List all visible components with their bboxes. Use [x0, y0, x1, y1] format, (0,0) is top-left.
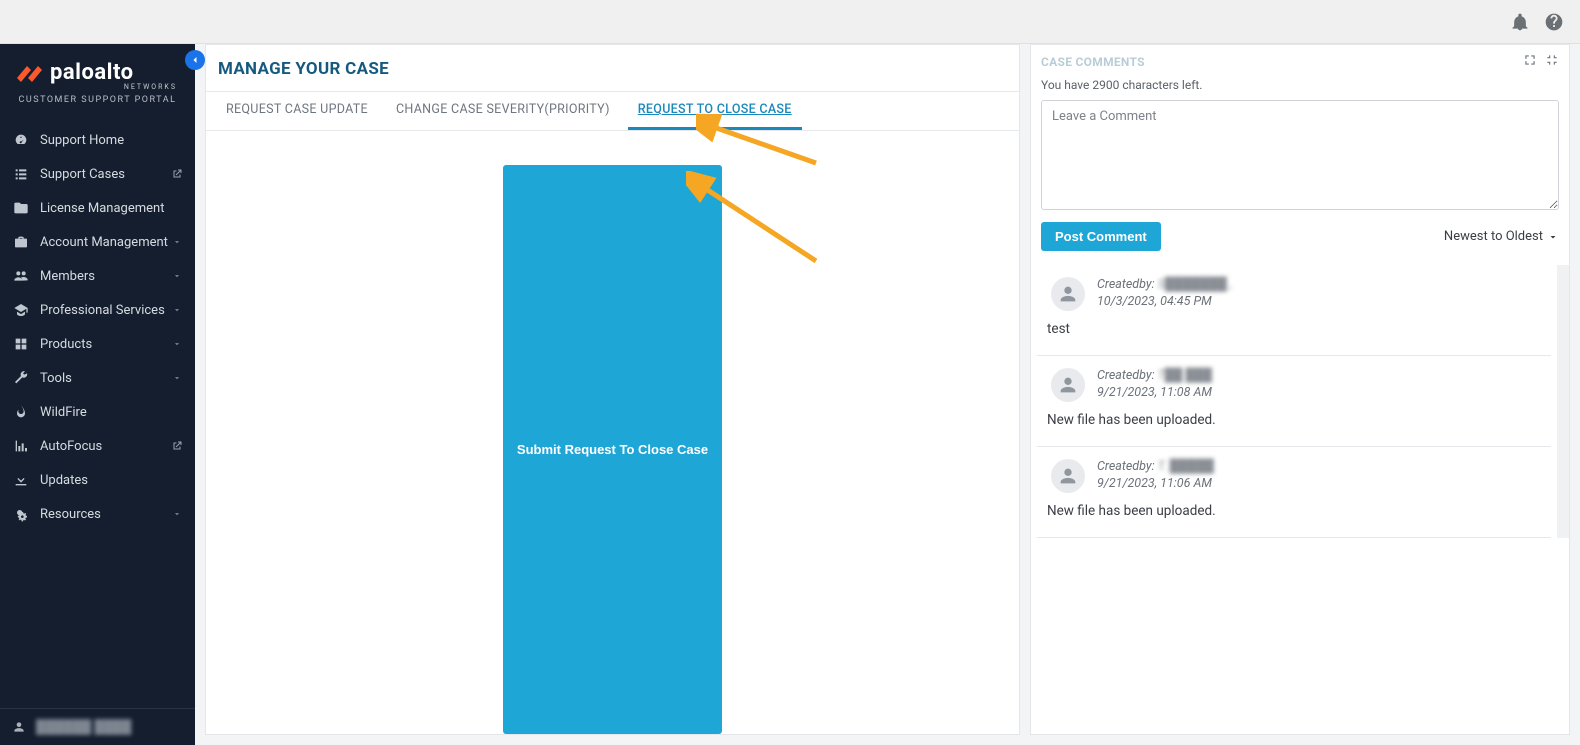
comment-body: New file has been uploaded.	[1045, 503, 1543, 519]
comment-item: Createdby: S███████ , 10/3/2023, 04:45 P…	[1037, 265, 1551, 356]
tab-change-case-severity[interactable]: CHANGE CASE SEVERITY(PRIORITY)	[386, 92, 620, 130]
chevron-down-icon	[171, 270, 183, 282]
sidebar-item-professional-services[interactable]: Professional Services	[0, 293, 195, 327]
external-link-icon	[171, 440, 183, 452]
sidebar-item-resources[interactable]: Resources	[0, 497, 195, 531]
post-comment-button[interactable]: Post Comment	[1041, 222, 1161, 251]
comment-item: Createdby: T██ ███ 9/21/2023, 11:08 AM N…	[1037, 356, 1551, 447]
chevron-down-icon	[171, 508, 183, 520]
card-title: MANAGE YOUR CASE	[206, 45, 1019, 92]
submit-request-to-close-case-button[interactable]: Submit Request To Close Case	[503, 165, 722, 734]
sidebar: paloalto NETWORKS CUSTOMER SUPPORT PORTA…	[0, 44, 195, 745]
sidebar-item-label: Support Home	[40, 133, 183, 148]
comment-item: Createdby: T. █████ 9/21/2023, 11:06 AM …	[1037, 447, 1551, 538]
topbar	[0, 0, 1580, 44]
help-icon[interactable]	[1542, 10, 1566, 34]
created-by-label: Createdby:	[1097, 277, 1155, 292]
sidebar-nav: Support Home Support Cases License Manag…	[0, 123, 195, 708]
comment-body: test	[1045, 321, 1543, 337]
bell-icon[interactable]	[1508, 10, 1532, 34]
grid-icon	[12, 335, 30, 353]
sidebar-item-label: AutoFocus	[40, 439, 171, 454]
case-tabs: REQUEST CASE UPDATE CHANGE CASE SEVERITY…	[206, 92, 1019, 131]
avatar-icon	[1051, 459, 1085, 493]
author-masked: S███████ ,	[1158, 277, 1233, 292]
sidebar-item-label: Tools	[40, 371, 171, 386]
comment-timestamp: 10/3/2023, 04:45 PM	[1097, 294, 1212, 309]
author-masked: T. █████	[1157, 459, 1213, 474]
download-icon	[12, 471, 30, 489]
tab-request-to-close-case[interactable]: REQUEST TO CLOSE CASE	[628, 92, 802, 130]
sidebar-item-label: Members	[40, 269, 171, 284]
sidebar-item-label: WildFire	[40, 405, 183, 420]
chart-bar-icon	[12, 437, 30, 455]
user-icon	[12, 720, 26, 734]
comment-textarea[interactable]	[1041, 100, 1559, 210]
briefcase-icon	[12, 233, 30, 251]
created-by-label: Createdby:	[1097, 368, 1155, 383]
wrench-icon	[12, 369, 30, 387]
folder-icon	[12, 199, 30, 217]
sidebar-item-account-management[interactable]: Account Management	[0, 225, 195, 259]
manage-case-card: MANAGE YOUR CASE REQUEST CASE UPDATE CHA…	[205, 44, 1020, 735]
comment-body: New file has been uploaded.	[1045, 412, 1543, 428]
sidebar-item-label: License Management	[40, 201, 183, 216]
chevron-down-icon	[171, 372, 183, 384]
list-icon	[12, 165, 30, 183]
sidebar-item-updates[interactable]: Updates	[0, 463, 195, 497]
sidebar-item-label: Account Management	[40, 235, 171, 250]
brand-logo: paloalto NETWORKS CUSTOMER SUPPORT PORTA…	[0, 44, 195, 113]
sidebar-item-label: Products	[40, 337, 171, 352]
users-icon	[12, 267, 30, 285]
tab-request-case-update[interactable]: REQUEST CASE UPDATE	[216, 92, 378, 130]
tab-body: Submit Request To Close Case	[206, 131, 1019, 734]
sort-dropdown[interactable]: Newest to Oldest	[1444, 229, 1559, 244]
external-link-icon	[171, 168, 183, 180]
panel-title: CASE COMMENTS	[1041, 55, 1145, 69]
chevron-down-icon	[1547, 231, 1559, 243]
comment-timestamp: 9/21/2023, 11:08 AM	[1097, 385, 1212, 400]
sidebar-user-row[interactable]: ██████ ████	[0, 708, 195, 745]
author-masked: T██ ███	[1157, 368, 1212, 383]
collapse-sidebar-button[interactable]	[185, 50, 205, 70]
sidebar-item-autofocus[interactable]: AutoFocus	[0, 429, 195, 463]
comment-timestamp: 9/21/2023, 11:06 AM	[1097, 476, 1212, 491]
sidebar-item-members[interactable]: Members	[0, 259, 195, 293]
brand-name: paloalto	[50, 60, 134, 85]
brand-portal-text: CUSTOMER SUPPORT PORTAL	[14, 95, 181, 105]
created-by-label: Createdby:	[1097, 459, 1155, 474]
chevron-down-icon	[171, 304, 183, 316]
expand-icon[interactable]	[1523, 53, 1537, 70]
avatar-icon	[1051, 368, 1085, 402]
sidebar-item-tools[interactable]: Tools	[0, 361, 195, 395]
chevron-down-icon	[171, 236, 183, 248]
collapse-icon[interactable]	[1545, 53, 1559, 70]
sidebar-item-wildfire[interactable]: WildFire	[0, 395, 195, 429]
sidebar-item-label: Resources	[40, 507, 171, 522]
gears-icon	[12, 505, 30, 523]
avatar-icon	[1051, 277, 1085, 311]
sidebar-item-products[interactable]: Products	[0, 327, 195, 361]
chevron-down-icon	[171, 338, 183, 350]
sidebar-item-label: Professional Services	[40, 303, 171, 318]
paloalto-mark-icon	[14, 62, 44, 84]
sidebar-item-support-cases[interactable]: Support Cases	[0, 157, 195, 191]
user-name-masked: ██████ ████	[36, 719, 131, 735]
sort-label: Newest to Oldest	[1444, 229, 1543, 244]
case-comments-panel: CASE COMMENTS You have 2900 characters l…	[1030, 44, 1570, 735]
gauge-icon	[12, 131, 30, 149]
hat-icon	[12, 301, 30, 319]
sidebar-item-license-management[interactable]: License Management	[0, 191, 195, 225]
sidebar-item-label: Updates	[40, 473, 183, 488]
char-counter-text: You have 2900 characters left.	[1031, 72, 1569, 100]
comments-list: Createdby: S███████ , 10/3/2023, 04:45 P…	[1031, 265, 1569, 538]
fire-icon	[12, 403, 30, 421]
sidebar-item-label: Support Cases	[40, 167, 171, 182]
sidebar-item-support-home[interactable]: Support Home	[0, 123, 195, 157]
